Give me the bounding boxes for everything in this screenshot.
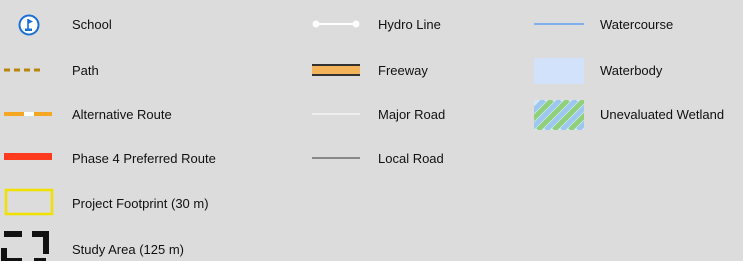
legend-label-watercourse: Watercourse bbox=[600, 17, 674, 32]
phase4-route-symbol bbox=[4, 153, 52, 160]
legend-label-major-road: Major Road bbox=[378, 107, 446, 122]
local-road-symbol bbox=[312, 157, 360, 159]
legend-item-local-road: Local Road bbox=[300, 148, 500, 170]
legend-item-watercourse: Watercourse bbox=[530, 14, 740, 36]
legend-item-freeway: Freeway bbox=[300, 60, 500, 82]
legend-item-major-road: Major Road bbox=[300, 104, 500, 126]
legend-label-path: Path bbox=[72, 63, 99, 78]
legend-label-project-footprint: Project Footprint (30 m) bbox=[72, 196, 209, 211]
legend-item-phase4-route: Phase 4 Preferred Route bbox=[0, 148, 280, 170]
legend-label-hydro-line: Hydro Line bbox=[378, 17, 441, 32]
study-area-symbol bbox=[1, 231, 49, 261]
major-road-symbol bbox=[312, 113, 360, 115]
school-icon bbox=[18, 14, 40, 36]
legend-label-alternative-route: Alternative Route bbox=[72, 107, 172, 122]
path-line-symbol bbox=[4, 68, 40, 72]
freeway-symbol bbox=[312, 64, 360, 76]
legend-label-phase4-route: Phase 4 Preferred Route bbox=[72, 151, 216, 166]
legend-item-waterbody: Waterbody bbox=[530, 58, 740, 84]
legend-item-school: School bbox=[0, 14, 230, 36]
legend-label-freeway: Freeway bbox=[378, 63, 428, 78]
unevaluated-wetland-symbol bbox=[534, 100, 584, 130]
legend-label-school: School bbox=[72, 17, 112, 32]
legend-label-study-area: Study Area (125 m) bbox=[72, 242, 184, 257]
legend-item-project-footprint: Project Footprint (30 m) bbox=[0, 188, 280, 216]
alternative-route-symbol bbox=[4, 112, 52, 116]
legend-item-alternative-route: Alternative Route bbox=[0, 104, 260, 126]
legend-item-study-area: Study Area (125 m) bbox=[0, 230, 280, 261]
legend-item-hydro-line: Hydro Line bbox=[300, 14, 500, 36]
watercourse-symbol bbox=[534, 23, 584, 25]
legend-item-path: Path bbox=[0, 60, 230, 82]
waterbody-symbol bbox=[534, 58, 584, 84]
project-footprint-symbol bbox=[4, 188, 54, 216]
legend-label-waterbody: Waterbody bbox=[600, 63, 663, 78]
legend-label-unevaluated-wetland: Unevaluated Wetland bbox=[600, 107, 725, 122]
legend-label-local-road: Local Road bbox=[378, 151, 444, 166]
legend-item-unevaluated-wetland: Unevaluated Wetland bbox=[530, 100, 743, 130]
hydro-line-symbol bbox=[312, 20, 360, 28]
